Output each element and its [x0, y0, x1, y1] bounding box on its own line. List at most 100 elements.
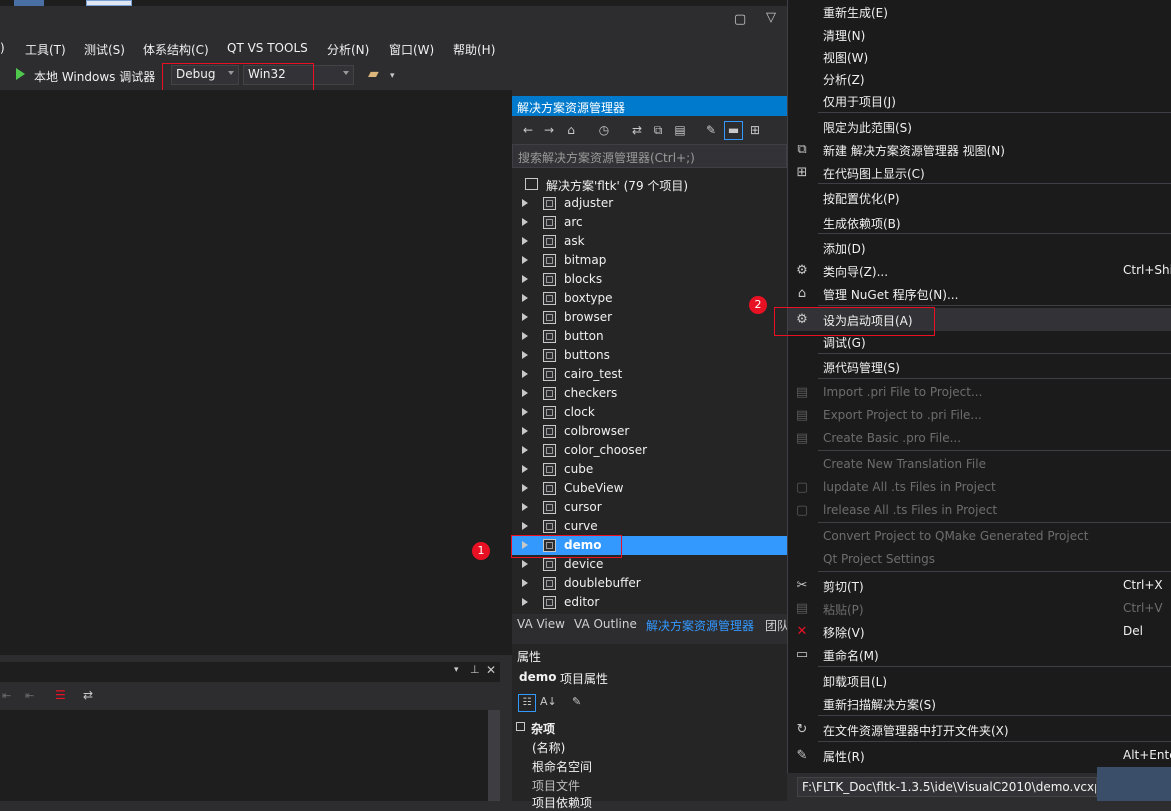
expand-icon[interactable]	[522, 503, 528, 511]
expand-icon[interactable]	[522, 237, 528, 245]
property-project-file[interactable]: 项目文件	[532, 777, 580, 794]
property-pages-icon[interactable]: ✎	[572, 695, 581, 708]
expand-icon[interactable]	[522, 294, 528, 302]
menu-tools[interactable]: 工具(T)	[25, 41, 66, 58]
collapse-all-icon[interactable]: ⧉	[651, 123, 665, 137]
context-menu-item[interactable]: 卸载项目(L)	[788, 669, 1171, 692]
tree-item-project[interactable]: browser	[512, 308, 787, 327]
feedback-icon[interactable]: ▢	[734, 12, 746, 27]
play-icon[interactable]	[16, 68, 25, 80]
collapse-category-icon[interactable]	[516, 722, 525, 731]
expand-icon[interactable]	[522, 199, 528, 207]
tree-item-project[interactable]: buttons	[512, 346, 787, 365]
tree-item-project[interactable]: color_chooser	[512, 441, 787, 460]
expand-icon[interactable]	[522, 408, 528, 416]
context-menu-item[interactable]: 生成依赖项(B)	[788, 211, 1171, 234]
context-menu-item[interactable]: 清理(N)	[788, 23, 1171, 46]
expand-icon[interactable]	[522, 218, 528, 226]
expand-icon[interactable]	[522, 522, 528, 530]
menu-test[interactable]: 测试(S)	[84, 41, 125, 58]
overflow-icon[interactable]: ▾	[390, 71, 395, 81]
outdent-icon[interactable]: ⇤	[25, 689, 34, 702]
context-menu-item[interactable]: ⚙ 类向导(Z)... Ctrl+Shift	[788, 259, 1171, 282]
tab-solution-explorer[interactable]: 解决方案资源管理器	[646, 617, 754, 634]
menu-analyze[interactable]: 分析(N)	[327, 41, 369, 58]
context-menu-item[interactable]: 视图(W)	[788, 45, 1171, 68]
solution-explorer-search[interactable]: 搜索解决方案资源管理器(Ctrl+;)	[512, 144, 787, 168]
home-icon[interactable]: ⌂	[564, 123, 578, 137]
property-project-deps[interactable]: 项目依赖项	[532, 794, 592, 811]
categorized-icon[interactable]: ☷	[518, 694, 536, 712]
tree-item-project[interactable]: bitmap	[512, 251, 787, 270]
find-in-files-icon[interactable]: ▰	[368, 66, 379, 82]
menu-window[interactable]: 窗口(W)	[389, 41, 434, 58]
tree-item-project[interactable]: blocks	[512, 270, 787, 289]
menu-help[interactable]: 帮助(H)	[453, 41, 495, 58]
context-menu-item[interactable]: 分析(Z)	[788, 67, 1171, 90]
context-menu-item[interactable]: 限定为此范围(S)	[788, 115, 1171, 138]
context-menu-item[interactable]: 仅用于项目(J)	[788, 89, 1171, 112]
indent-icon[interactable]: ⇤	[2, 689, 11, 702]
expand-icon[interactable]	[522, 579, 528, 587]
expand-icon[interactable]	[522, 427, 528, 435]
context-menu-item[interactable]: ⌂ 管理 NuGet 程序包(N)...	[788, 282, 1171, 305]
expand-icon[interactable]	[522, 484, 528, 492]
property-root-namespace[interactable]: 根命名空间	[532, 758, 592, 775]
context-menu-item[interactable]: ⧉ 新建 解决方案资源管理器 视图(N)	[788, 138, 1171, 161]
start-debugger-button[interactable]: 本地 Windows 调试器	[34, 68, 155, 85]
expand-icon[interactable]	[522, 332, 528, 340]
tree-item-project[interactable]: ask	[512, 232, 787, 251]
menu-partial[interactable]: )	[0, 41, 5, 55]
show-all-files-icon[interactable]: ▤	[673, 123, 687, 137]
tree-item-project[interactable]: boxtype	[512, 289, 787, 308]
menu-architecture[interactable]: 体系结构(C)	[143, 41, 209, 58]
output-scrollbar[interactable]	[488, 710, 500, 801]
expand-icon[interactable]	[522, 275, 528, 283]
class-view-icon[interactable]: ⊞	[748, 123, 762, 137]
filter-icon[interactable]: ▽	[766, 10, 776, 25]
property-name[interactable]: (名称)	[532, 739, 565, 756]
context-menu-item[interactable]: ✕ 移除(V) Del	[788, 620, 1171, 643]
tree-item-project[interactable]: editor	[512, 593, 787, 612]
panel-menu-icon[interactable]: ▾	[454, 665, 459, 675]
tree-item-project[interactable]: colbrowser	[512, 422, 787, 441]
forward-icon[interactable]: →	[542, 123, 556, 137]
context-menu-item[interactable]: ✎ 属性(R) Alt+Ente	[788, 744, 1171, 767]
context-menu-item[interactable]: 按配置优化(P)	[788, 186, 1171, 209]
tree-item-project[interactable]: clock	[512, 403, 787, 422]
tree-item-project[interactable]: adjuster	[512, 194, 787, 213]
close-icon[interactable]: ✕	[486, 663, 496, 677]
expand-icon[interactable]	[522, 465, 528, 473]
tree-item-project[interactable]: arc	[512, 213, 787, 232]
expand-icon[interactable]	[522, 256, 528, 264]
pin-icon[interactable]: ⊥	[470, 663, 480, 676]
solution-root[interactable]: 解决方案'fltk' (79 个项目)	[512, 175, 787, 194]
expand-icon[interactable]	[522, 560, 528, 568]
expand-icon[interactable]	[522, 351, 528, 359]
tab-va-view[interactable]: VA View	[517, 617, 565, 631]
alphabetical-icon[interactable]: A↓	[540, 695, 557, 708]
menu-qt-vs-tools[interactable]: QT VS TOOLS	[227, 41, 308, 55]
context-menu-item[interactable]: 源代码管理(S)	[788, 355, 1171, 378]
context-menu-item[interactable]: ▭ 重命名(M)	[788, 643, 1171, 666]
context-menu-item[interactable]: 添加(D)	[788, 236, 1171, 259]
context-menu-item[interactable]: 重新生成(E)	[788, 0, 1171, 23]
properties-wrench-icon[interactable]: ✎	[704, 123, 718, 137]
tree-item-project[interactable]: doublebuffer	[512, 574, 787, 593]
tree-item-project[interactable]: curve	[512, 517, 787, 536]
expand-icon[interactable]	[522, 389, 528, 397]
clear-all-icon[interactable]: ☰	[55, 688, 66, 702]
tree-item-project[interactable]: cairo_test	[512, 365, 787, 384]
context-menu-item[interactable]: ↻ 在文件资源管理器中打开文件夹(X)	[788, 718, 1171, 741]
context-menu-item[interactable]: 重新扫描解决方案(S)	[788, 692, 1171, 715]
tree-item-project[interactable]: button	[512, 327, 787, 346]
tree-item-project[interactable]: checkers	[512, 384, 787, 403]
sync-icon[interactable]: ⇄	[630, 123, 644, 137]
tree-item-project[interactable]: CubeView	[512, 479, 787, 498]
context-menu-item[interactable]: ✂ 剪切(T) Ctrl+X	[788, 574, 1171, 597]
word-wrap-icon[interactable]: ⇄	[83, 688, 93, 702]
tab-va-outline[interactable]: VA Outline	[574, 617, 637, 631]
tree-item-project[interactable]: cursor	[512, 498, 787, 517]
expand-icon[interactable]	[522, 446, 528, 454]
preview-icon[interactable]: ▬	[724, 121, 743, 140]
